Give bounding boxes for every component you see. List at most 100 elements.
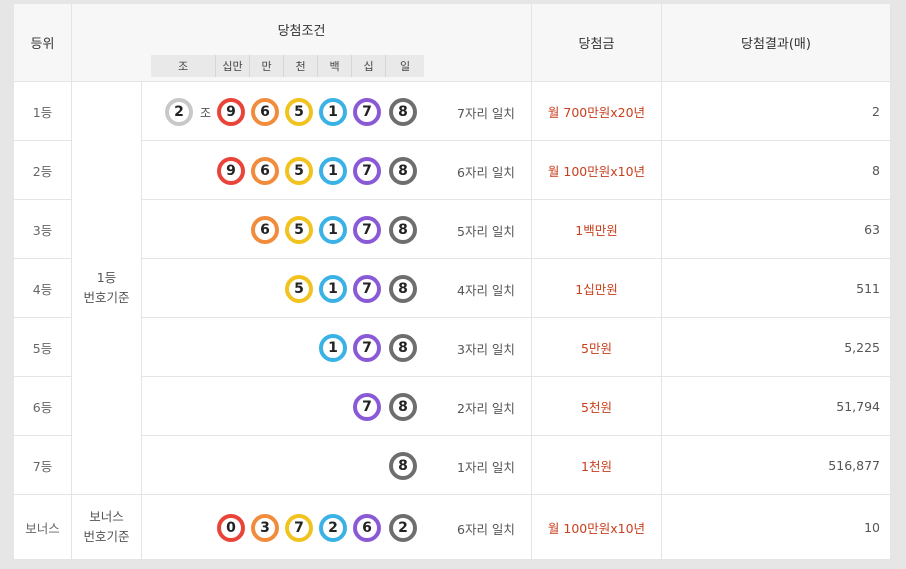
prize-cell: 월 700만원x20년 [532,82,662,141]
number-ball: 8 [389,334,417,362]
number-ball-digit: 7 [358,221,376,239]
number-ball: 5 [285,98,313,126]
position-1000: 천 [284,55,318,77]
number-ball: 9 [217,157,245,185]
rank-cell: 5등 [14,318,72,377]
number-ball-digit: 0 [222,519,240,537]
match-text: 4자리 일치 [457,283,515,298]
number-ball-digit: 7 [358,280,376,298]
position-100k: 십만 [216,55,250,77]
match-text: 1자리 일치 [457,460,515,475]
number-ball-digit: 1 [324,339,342,357]
number-ball: 7 [353,216,381,244]
number-ball: 2 [389,514,417,542]
number-ball: 2 [319,514,347,542]
number-ball: 7 [353,334,381,362]
number-ball: 5 [285,275,313,303]
match-text: 7자리 일치 [457,106,515,121]
number-ball-digit: 8 [394,103,412,121]
prize-cell: 월 100만원x10년 [532,141,662,200]
number-ball: 6 [251,157,279,185]
header-rank: 등위 [14,4,72,82]
lottery-result-table: 등위 당첨조건 당첨금 당첨결과(매) 조 십만 만 천 백 십 일 1등 번호… [14,4,891,560]
number-ball-digit: 6 [358,519,376,537]
number-ball: 8 [389,216,417,244]
number-ball-digit: 5 [290,103,308,121]
position-10k: 만 [250,55,284,77]
number-ball-digit: 7 [358,162,376,180]
number-ball: 5 [285,157,313,185]
number-ball: 1 [319,275,347,303]
jo-ball: 2 [165,98,193,126]
match-text: 6자리 일치 [457,522,515,537]
number-ball-digit: 8 [394,162,412,180]
match-text: 3자리 일치 [457,342,515,357]
number-ball-digit: 1 [324,280,342,298]
prize-cell: 5천원 [532,377,662,436]
rank-cell: 1등 [14,82,72,141]
number-ball-digit: 5 [290,280,308,298]
number-ball: 6 [251,216,279,244]
jo-ball-digit: 2 [170,103,188,121]
match-text: 2자리 일치 [457,401,515,416]
number-ball-digit: 8 [394,398,412,416]
winner-count-cell: 516,877 [662,436,891,495]
winner-count-cell: 51,794 [662,377,891,436]
number-ball-digit: 7 [358,103,376,121]
number-ball-digit: 5 [290,162,308,180]
number-ball-digit: 8 [394,280,412,298]
jo-label: 조 [200,106,212,120]
number-ball: 7 [353,98,381,126]
winner-count-cell: 63 [662,200,891,259]
number-ball: 7 [353,157,381,185]
group-label-cell: 1등 번호기준 [72,82,142,495]
match-text: 5자리 일치 [457,224,515,239]
number-ball: 7 [353,393,381,421]
group-label-line2: 번호기준 [83,290,130,305]
number-ball-digit: 6 [256,221,274,239]
header-condition-label: 당첨조건 [277,24,326,39]
number-ball: 8 [389,157,417,185]
bonus-group-label-cell: 보너스 번호기준 [72,495,142,560]
number-ball: 7 [285,514,313,542]
prize-cell: 1백만원 [532,200,662,259]
group-label-line1: 1등 [96,270,117,285]
rank-cell: 보너스 [14,495,72,560]
number-ball-digit: 6 [256,103,274,121]
prize-cell: 1십만원 [532,259,662,318]
number-ball-digit: 9 [222,162,240,180]
rank-cell: 4등 [14,259,72,318]
header-result: 당첨결과(매) [662,4,891,82]
number-ball-digit: 3 [256,519,274,537]
prize-cell: 5만원 [532,318,662,377]
bonus-group-label-line1: 보너스 [89,509,124,524]
number-ball: 9 [217,98,245,126]
number-ball-digit: 2 [324,519,342,537]
match-text: 6자리 일치 [457,165,515,180]
number-ball-digit: 8 [394,457,412,475]
prize-cell: 월 100만원x10년 [532,495,662,560]
number-ball-digit: 2 [394,519,412,537]
rank-cell: 6등 [14,377,72,436]
bonus-group-label-line2: 번호기준 [83,529,130,544]
number-ball: 7 [353,275,381,303]
number-ball-digit: 1 [324,103,342,121]
rank-cell: 7등 [14,436,72,495]
winner-count-cell: 10 [662,495,891,560]
number-ball-digit: 8 [394,221,412,239]
number-ball: 1 [319,334,347,362]
number-ball: 0 [217,514,245,542]
winner-count-cell: 511 [662,259,891,318]
number-ball: 6 [251,98,279,126]
position-100: 백 [318,55,352,77]
number-ball-digit: 9 [222,103,240,121]
header-prize: 당첨금 [532,4,662,82]
number-ball: 1 [319,157,347,185]
number-ball-digit: 1 [324,221,342,239]
position-10: 십 [352,55,386,77]
number-ball-digit: 8 [394,339,412,357]
winner-count-cell: 5,225 [662,318,891,377]
rank-cell: 3등 [14,200,72,259]
number-ball-digit: 7 [358,339,376,357]
prize-cell: 1천원 [532,436,662,495]
